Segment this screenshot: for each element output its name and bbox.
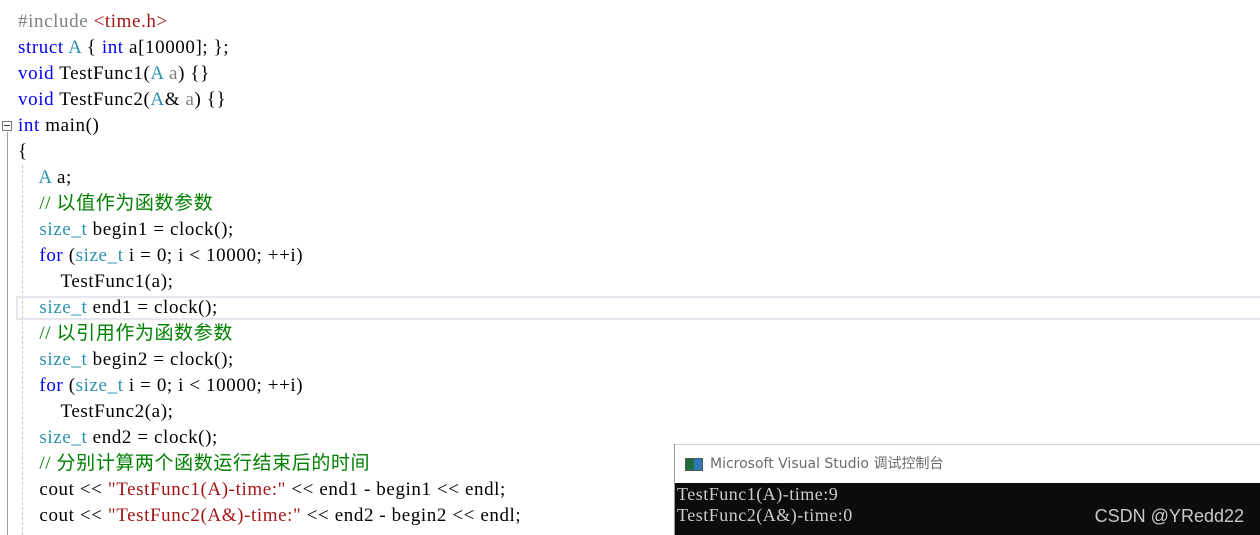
code-token: ( <box>63 245 76 266</box>
code-line[interactable]: size_t end2 = clock(); <box>18 425 218 451</box>
code-token: size_t <box>39 297 88 318</box>
code-token: a; <box>51 167 72 188</box>
code-line[interactable]: struct A { int a[10000]; }; <box>18 35 229 61</box>
code-token: void <box>18 89 55 110</box>
code-token: "TestFunc1(A)-time:" <box>107 479 287 500</box>
code-token: main() <box>39 115 100 136</box>
code-token: size_t <box>75 245 124 266</box>
code-token: & <box>164 89 186 110</box>
code-token: a <box>163 63 179 84</box>
code-token: ) {} <box>178 63 210 84</box>
watermark: CSDN @YRedd22 <box>1094 506 1244 526</box>
code-token: A <box>38 167 52 188</box>
code-token: TestFunc2( <box>54 89 151 110</box>
code-line[interactable]: A a; <box>18 165 72 191</box>
code-token: "TestFunc2(A&)-time:" <box>107 505 302 526</box>
code-token: size_t <box>39 349 88 370</box>
code-token: cout << <box>39 479 108 500</box>
fold-guide <box>7 132 8 535</box>
code-token: int <box>18 115 40 136</box>
code-token: << end2 - begin2 << endl; <box>301 505 522 526</box>
code-line[interactable]: size_t begin1 = clock(); <box>18 217 234 243</box>
code-token: <time.h> <box>93 11 168 32</box>
code-line[interactable]: size_t begin2 = clock(); <box>18 347 234 373</box>
code-token: TestFunc1(a); <box>60 271 174 292</box>
code-token: size_t <box>39 427 88 448</box>
console-window-icon <box>685 458 703 471</box>
collapse-icon[interactable] <box>2 121 12 131</box>
code-token: for <box>39 375 64 396</box>
code-line[interactable]: void TestFunc1(A a) {} <box>18 61 210 87</box>
code-token: end2 = clock(); <box>87 427 218 448</box>
code-line[interactable]: TestFunc2(a); <box>18 399 174 425</box>
code-token: begin2 = clock(); <box>87 349 234 370</box>
code-token: A <box>150 89 165 110</box>
code-token: // 分别计算两个函数运行结束后的时间 <box>39 453 371 474</box>
code-token: << end1 - begin1 << endl; <box>286 479 506 500</box>
code-token: i = 0; i < 10000; ++i) <box>123 245 304 266</box>
code-line[interactable]: cout << "TestFunc2(A&)-time:" << end2 - … <box>18 503 521 529</box>
code-token: begin1 = clock(); <box>87 219 234 240</box>
code-token: #include <box>18 11 94 32</box>
code-line[interactable]: #include <time.h> <box>18 9 168 35</box>
code-token: size_t <box>75 375 124 396</box>
code-line[interactable]: // 分别计算两个函数运行结束后的时间 <box>18 451 370 477</box>
code-token: ) {} <box>194 89 227 110</box>
code-line[interactable]: // 以引用作为函数参数 <box>18 321 233 347</box>
code-token: void <box>18 63 55 84</box>
code-line[interactable]: for (size_t i = 0; i < 10000; ++i) <box>18 373 303 399</box>
code-token: { <box>81 37 102 58</box>
code-token: int <box>101 37 124 58</box>
code-token: A <box>68 37 82 58</box>
code-token: size_t <box>39 219 88 240</box>
code-line[interactable]: for (size_t i = 0; i < 10000; ++i) <box>18 243 303 269</box>
console-title-bar[interactable]: Microsoft Visual Studio 调试控制台 <box>675 444 1260 483</box>
code-line[interactable]: TestFunc1(a); <box>18 269 174 295</box>
code-token: for <box>39 245 64 266</box>
code-token: i = 0; i < 10000; ++i) <box>123 375 304 396</box>
code-token: end1 = clock(); <box>87 297 218 318</box>
code-token: ( <box>63 375 76 396</box>
console-output-line: TestFunc1(A)-time:9 <box>677 484 839 504</box>
console-title: Microsoft Visual Studio 调试控制台 <box>710 456 944 472</box>
code-token: TestFunc1( <box>54 63 151 84</box>
code-line[interactable]: // 以值作为函数参数 <box>18 191 213 217</box>
code-token: // 以值作为函数参数 <box>39 193 214 214</box>
console-output-line: TestFunc2(A&)-time:0 <box>677 505 853 525</box>
code-token: a <box>185 89 195 110</box>
code-token: cout << <box>39 505 108 526</box>
code-line[interactable]: { <box>18 139 28 165</box>
code-token: a[10000]; }; <box>123 37 230 58</box>
code-token: A <box>150 63 164 84</box>
code-line[interactable]: cout << "TestFunc1(A)-time:" << end1 - b… <box>18 477 506 503</box>
code-token: TestFunc2(a); <box>60 401 174 422</box>
console-output: TestFunc1(A)-time:9 TestFunc2(A&)-time:0 <box>677 484 853 526</box>
code-token: // 以引用作为函数参数 <box>39 323 233 344</box>
code-line[interactable]: int main() <box>18 113 99 139</box>
code-token: { <box>18 141 28 162</box>
code-line[interactable]: size_t end1 = clock(); <box>18 295 218 321</box>
code-token: struct <box>18 37 69 58</box>
code-line[interactable]: void TestFunc2(A& a) {} <box>18 87 226 113</box>
